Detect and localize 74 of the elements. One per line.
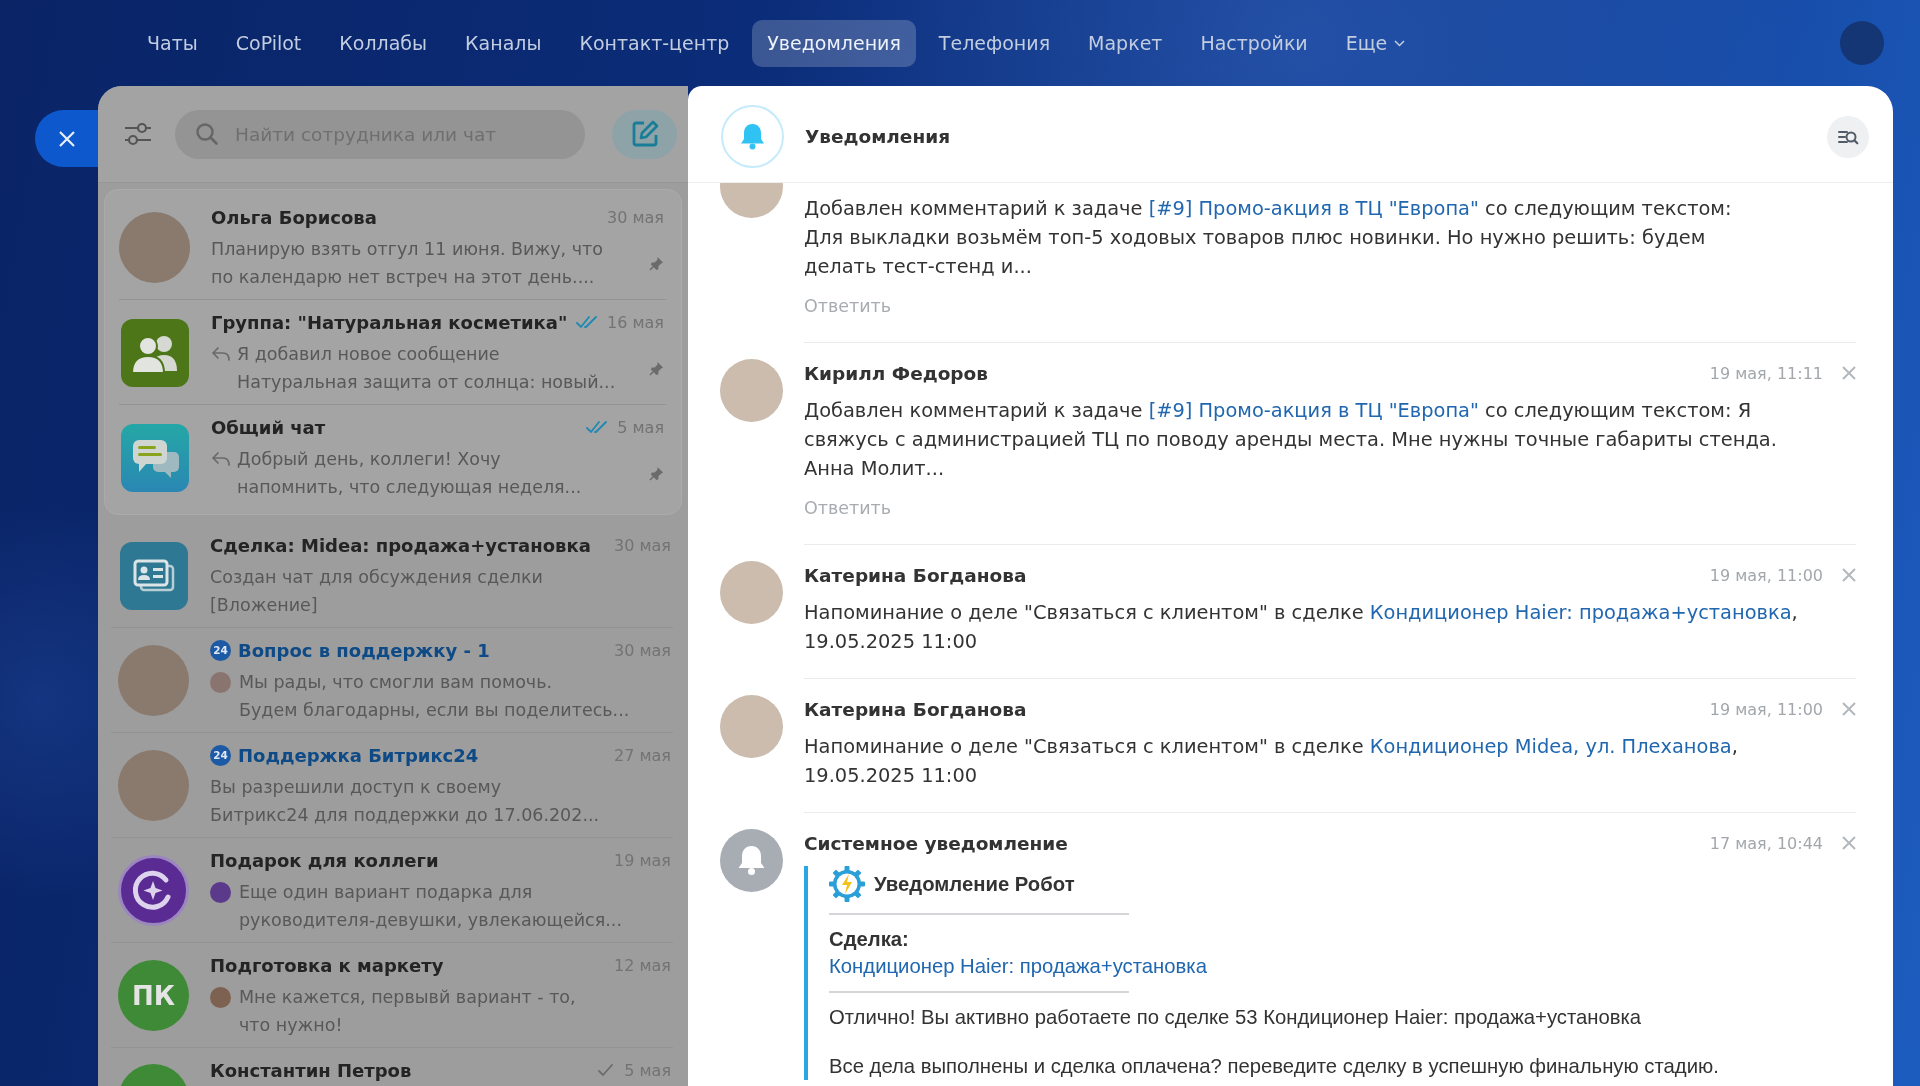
- filter-icon[interactable]: [123, 122, 153, 146]
- close-icon[interactable]: [1842, 366, 1856, 380]
- message-preview: Я добавил новое сообщение Натуральная защита от солнца: новый...: [237, 343, 616, 394]
- nav-tab[interactable]: Маркет: [1073, 19, 1178, 67]
- attachment-text: Все дела выполнены и сделка оплачена? переведите сделку в успешную финальную стадию.: [829, 1054, 1719, 1079]
- chat-title: Сделка: Midea: продажа+установка: [210, 534, 591, 556]
- close-button[interactable]: [35, 110, 98, 167]
- contact-card-icon: [119, 541, 188, 610]
- message-preview: Мне кажется, первывй вариант - то, что нужно!: [239, 986, 576, 1037]
- close-icon[interactable]: [1842, 568, 1856, 582]
- nav-tab[interactable]: Еще: [1330, 19, 1421, 67]
- close-icon[interactable]: [1842, 836, 1856, 850]
- compose-button[interactable]: [612, 109, 677, 159]
- group-avatar-icon: [120, 318, 189, 387]
- nav-tab[interactable]: Телефония: [923, 19, 1066, 67]
- notification-time: 19 мая, 11:00: [1709, 699, 1823, 719]
- bell-avatar-icon: [720, 829, 783, 892]
- deal-link[interactable]: Кондиционер Haier: продажа+установка: [829, 953, 1207, 980]
- author-name: Катерина Богданова: [804, 564, 1027, 586]
- notification-time: 19 мая, 11:11: [1709, 363, 1823, 383]
- chat-title: Вопрос в поддержку - 1: [238, 639, 490, 661]
- nav-tab[interactable]: Каналы: [450, 19, 557, 67]
- chat-title: Поддержка Битрикс24: [238, 744, 479, 766]
- chat-title: Ольга Борисова: [211, 206, 377, 228]
- panel-title: Уведомления: [805, 126, 950, 147]
- message-preview: Вы разрешили доступ к своему Битрикс24 для поддержки до 17.06.202...: [210, 776, 600, 827]
- nav-tab[interactable]: Настройки: [1185, 19, 1323, 67]
- notification-text: Напоминание о деле "Связаться с клиентом" в сделке Кондиционер Haier: продажа+установка, 19.05.2025 11:00: [804, 600, 1799, 655]
- avatar-photo: [720, 183, 783, 218]
- notification-text: Напоминание о деле "Связаться с клиентом" в сделке Кондиционер Midea, ул. Плеханова, 19.05.2025 11:00: [804, 734, 1739, 789]
- bell-icon: [721, 105, 784, 168]
- notification-text: Добавлен комментарий к задаче [#9] Промо-акция в ТЦ "Европа" со следующим текстом: Для выкладки возьмём топ-5 ходовых товаров плюс новинки. Но нужно решить: будем делать тест-стенд и...: [804, 196, 1733, 280]
- initials-avatar: ПК: [118, 960, 189, 1031]
- attachment-text: Отлично! Вы активно работаете по сделке 53 Кондиционер Haier: продажа+установка: [829, 1005, 1642, 1030]
- nav-tab[interactable]: CoPilot: [220, 19, 317, 67]
- close-icon: [57, 129, 76, 148]
- search-icon: [195, 122, 219, 146]
- reply-icon: [211, 346, 231, 362]
- profile-avatar[interactable]: [1840, 21, 1884, 65]
- message-preview: Добрый день, коллеги! Хочу напомнить, что следующая неделя...: [237, 448, 582, 499]
- chat-title: Группа: "Натуральная косметика": [211, 311, 568, 333]
- notification-text: Добавлен комментарий к задаче [#9] Промо-акция в ТЦ "Европа" со следующим текстом: Я свяжусь с администрацией ТЦ по поводу аренды места. Мне нужны точные габариты стенда. Анна Молит...: [804, 398, 1778, 482]
- message-preview: Еще один вариант подарка для руководителя-девушки, увлекающейся...: [239, 881, 622, 932]
- message-link[interactable]: Кондиционер Haier: продажа+установка: [1369, 601, 1792, 624]
- chat-title: Подготовка к маркету: [210, 954, 444, 976]
- message-link[interactable]: [#9] Промо-акция в ТЦ "Европа": [1148, 399, 1479, 422]
- close-icon[interactable]: [1842, 702, 1856, 716]
- nav-tab[interactable]: Коллабы: [324, 19, 443, 67]
- notification-time: 17 мая, 10:44: [1709, 833, 1823, 853]
- attachment-title: Уведомление Робот: [874, 871, 1075, 897]
- nav-tab[interactable]: Чаты: [132, 19, 213, 67]
- chevron-down-icon: [1394, 39, 1406, 47]
- chat-badge: 24: [210, 639, 231, 661]
- message-preview: Планирую взять отгул 11 июня. Вижу, что по календарю нет встреч на этот день....: [211, 238, 603, 289]
- author-name: Системное уведомление: [804, 832, 1068, 854]
- nav-tab[interactable]: Контакт-центр: [564, 19, 745, 67]
- gear-bolt-icon: [829, 866, 865, 902]
- author-name: Кирилл Федоров: [804, 362, 989, 384]
- reply-icon: [211, 451, 231, 467]
- nav-tab[interactable]: Уведомления: [752, 19, 916, 67]
- message-link[interactable]: Кондиционер Midea, ул. Плеханова: [1369, 735, 1732, 758]
- field-label: Сделка:: [829, 927, 909, 952]
- chat-title: Подарок для коллеги: [210, 849, 439, 871]
- message-preview: Мы рады, что смогли вам помочь. Будем благодарны, если вы поделитесь...: [239, 671, 630, 722]
- notification-time: 19 мая, 11:00: [1709, 565, 1823, 585]
- chat-title: Общий чат: [211, 416, 326, 438]
- chat-title: Константин Петров: [210, 1059, 412, 1081]
- ring-logo-icon: [118, 855, 189, 926]
- message-preview: Создан чат для обсуждения сделки [Вложение]: [210, 566, 543, 617]
- message-link[interactable]: [#9] Промо-акция в ТЦ "Европа": [1148, 197, 1479, 220]
- search-button[interactable]: [1827, 115, 1869, 158]
- author-name: Катерина Богданова: [804, 698, 1027, 720]
- chat-badge: 24: [210, 744, 231, 766]
- chat-bubbles-icon: [120, 423, 189, 492]
